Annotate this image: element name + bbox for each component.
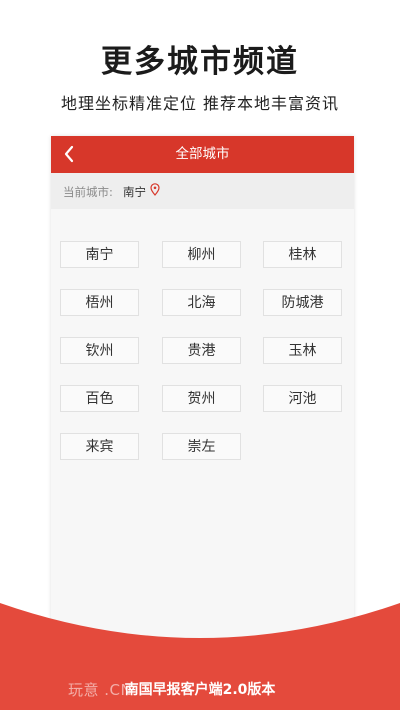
current-city-label: 当前城市: (63, 185, 113, 199)
city-button[interactable]: 梧州 (60, 289, 139, 316)
promo-subtitle: 地理坐标精准定位 推荐本地丰富资讯 (60, 94, 340, 113)
city-button[interactable]: 南宁 (60, 241, 139, 268)
promo-title: 更多城市频道 (101, 44, 299, 80)
current-city-row: 当前城市: 南宁 (51, 173, 354, 209)
footer-text: 南国早报客户端2.0版本 (124, 682, 276, 698)
city-grid: 南宁 柳州 桂林梧州 北海 防城港钦州 贵港 玉林百色 贺州 河池来宾 崇左 (51, 209, 354, 509)
chevron-left-icon (64, 145, 74, 163)
city-button[interactable]: 河池 (263, 385, 342, 412)
current-city-value[interactable]: 南宁 (123, 184, 146, 200)
city-button[interactable]: 北海 (162, 289, 241, 316)
city-button[interactable]: 防城港 (263, 289, 342, 316)
city-button[interactable]: 崇左 (162, 433, 241, 460)
city-button[interactable]: 桂林 (263, 241, 342, 268)
city-button[interactable]: 柳州 (162, 241, 241, 268)
city-button[interactable]: 来宾 (60, 433, 139, 460)
app-header: 全部城市 (51, 136, 354, 173)
back-button[interactable] (57, 140, 81, 168)
city-button[interactable]: 玉林 (263, 337, 342, 364)
city-button[interactable]: 百色 (60, 385, 139, 412)
location-pin-icon (150, 183, 160, 196)
city-button[interactable]: 贵港 (162, 337, 241, 364)
page-title: 全部城市 (175, 146, 230, 162)
city-button[interactable]: 钦州 (60, 337, 139, 364)
city-button[interactable]: 贺州 (162, 385, 241, 412)
